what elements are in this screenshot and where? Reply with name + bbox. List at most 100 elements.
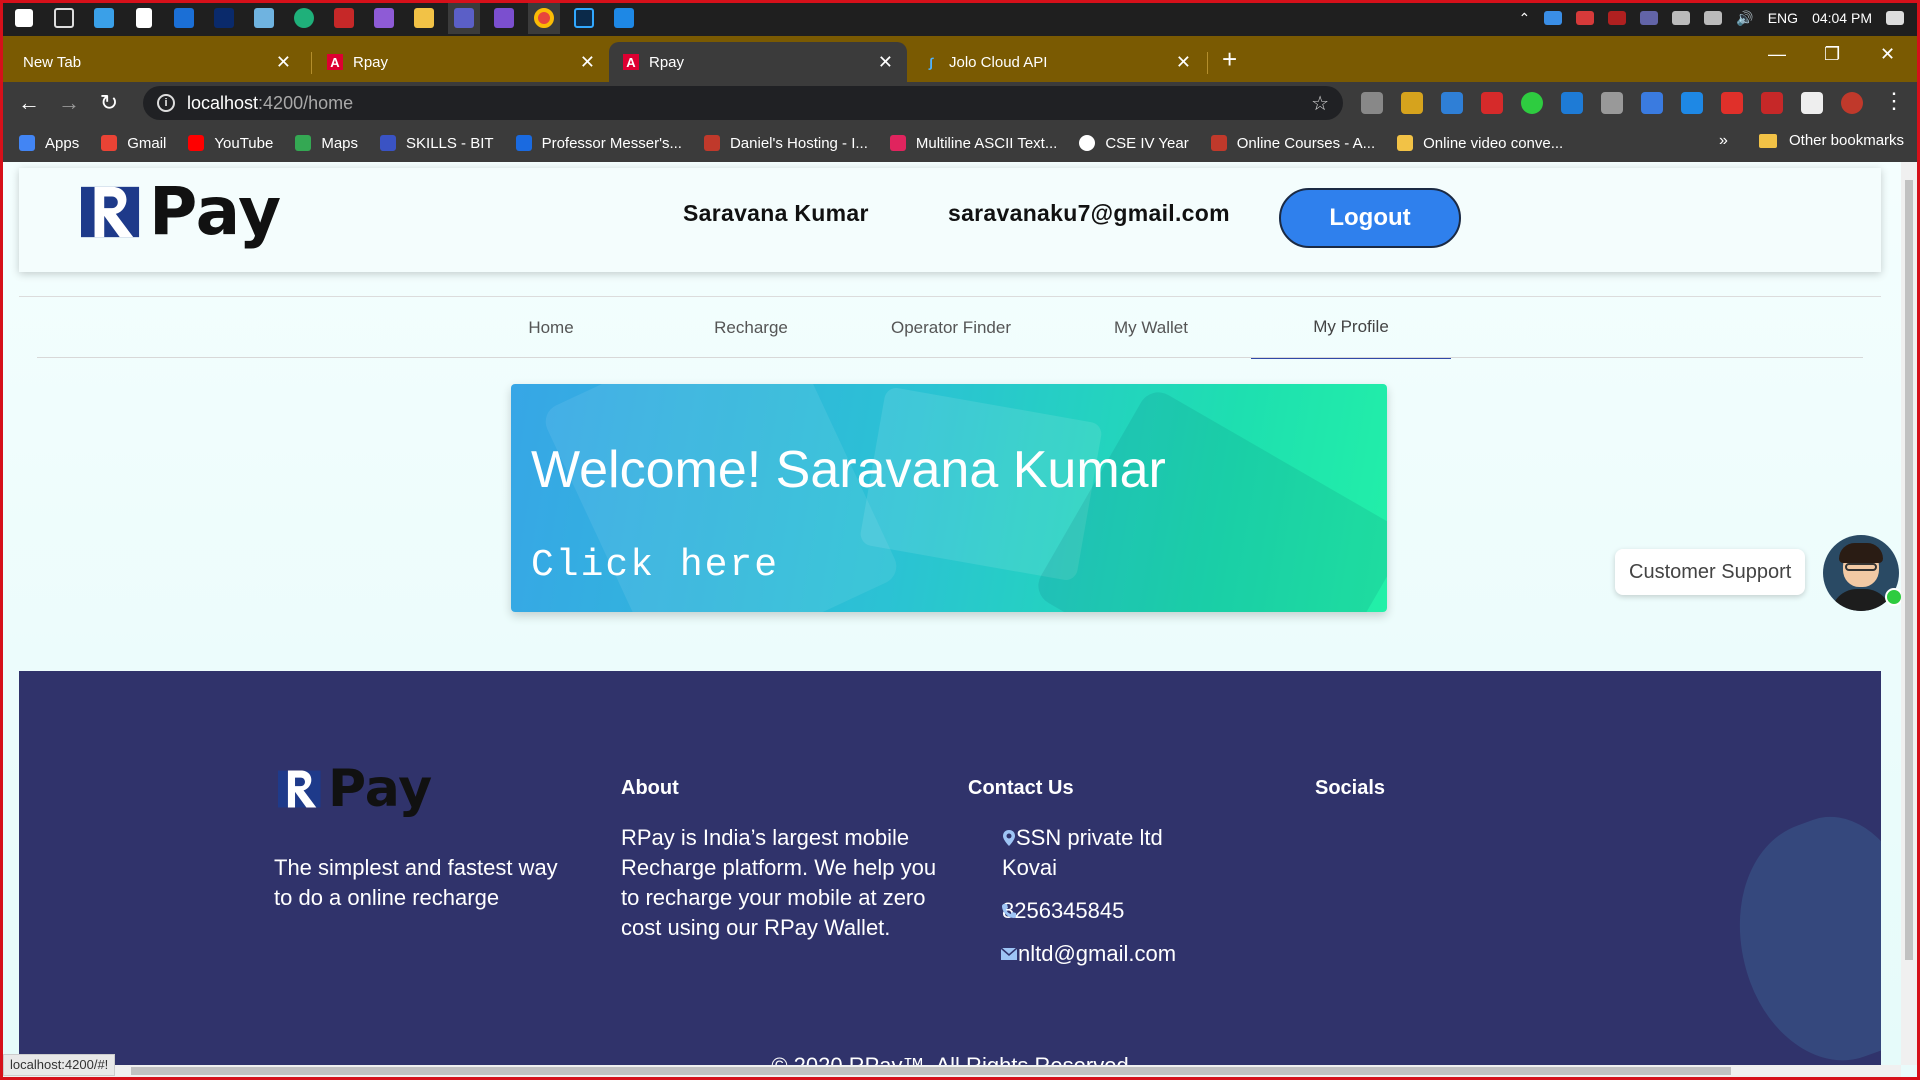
extension-icon[interactable] xyxy=(1721,92,1743,114)
nav-my-wallet[interactable]: My Wallet xyxy=(1051,297,1251,359)
puzzle-icon[interactable] xyxy=(1801,92,1823,114)
location-pin-icon xyxy=(1003,830,1015,846)
bookmark-apps[interactable]: Apps xyxy=(19,135,79,152)
bookmark-video-converter[interactable]: Online video conve... xyxy=(1397,135,1563,152)
tab-new-tab[interactable]: New Tab ✕ xyxy=(9,42,305,82)
bookmark-online-courses[interactable]: Online Courses - A... xyxy=(1210,135,1375,152)
footer-email[interactable]: nltd@gmail.com xyxy=(1000,939,1176,969)
visual-studio-icon[interactable] xyxy=(368,2,400,34)
window-close-icon[interactable]: ✕ xyxy=(1880,44,1895,65)
close-icon[interactable]: ✕ xyxy=(276,52,291,73)
close-icon[interactable]: ✕ xyxy=(1176,52,1191,73)
extension-icon[interactable] xyxy=(1481,92,1503,114)
extension-icon[interactable] xyxy=(1561,92,1583,114)
language-indicator[interactable]: ENG xyxy=(1768,10,1798,26)
tab-rpay-active[interactable]: A Rpay ✕ xyxy=(609,42,907,82)
extension-icon[interactable] xyxy=(1361,92,1383,114)
tab-rpay-1[interactable]: A Rpay ✕ xyxy=(313,42,609,82)
extension-icon[interactable] xyxy=(1681,92,1703,114)
minimize-icon[interactable]: — xyxy=(1768,44,1786,65)
bookmark-maps[interactable]: Maps xyxy=(295,135,358,152)
nav-home[interactable]: Home xyxy=(451,297,651,359)
edge-icon[interactable] xyxy=(288,2,320,34)
teams-icon[interactable] xyxy=(448,2,480,34)
horizontal-scrollbar[interactable] xyxy=(3,1065,1901,1077)
translate-icon[interactable] xyxy=(1641,92,1663,114)
close-icon[interactable]: ✕ xyxy=(580,52,595,73)
task-view-icon[interactable] xyxy=(48,2,80,34)
bookmark-cse-iv-year[interactable]: CSE IV Year xyxy=(1079,135,1189,152)
chrome-icon[interactable] xyxy=(528,2,560,34)
system-tray: ⌃ 🔊 ENG 04:04 PM xyxy=(1519,0,1904,36)
welcome-banner: Welcome! Saravana Kumar Click here xyxy=(511,384,1387,612)
back-icon[interactable]: ← xyxy=(9,90,49,116)
tab-divider xyxy=(311,52,312,74)
notifications-icon[interactable] xyxy=(1886,11,1904,25)
bookmark-gmail[interactable]: Gmail xyxy=(101,135,166,152)
tab-strip: New Tab ✕ A Rpay ✕ A Rpay ✕ ∫ Jolo Cloud… xyxy=(3,36,1917,82)
teams-tray-icon[interactable] xyxy=(1640,11,1659,25)
vscode-icon[interactable] xyxy=(608,2,640,34)
footer-phone[interactable]: 8256345845 xyxy=(1002,896,1124,926)
bookmark-skills-bit[interactable]: SKILLS - BIT xyxy=(380,135,494,152)
chevron-up-icon[interactable]: ⌃ xyxy=(1519,10,1531,27)
photoshop-icon[interactable] xyxy=(568,2,600,34)
bookmark-youtube[interactable]: YouTube xyxy=(188,135,273,152)
tray-app-2-icon[interactable] xyxy=(1608,11,1627,25)
app-icon-1[interactable] xyxy=(88,2,120,34)
footer-decoration xyxy=(1705,797,1881,1065)
click-here-link[interactable]: Click here xyxy=(531,544,779,587)
customer-support-button[interactable]: Customer Support xyxy=(1615,549,1806,595)
bookmark-daniels-hosting[interactable]: Daniel's Hosting - I... xyxy=(703,135,868,152)
nav-my-profile[interactable]: My Profile xyxy=(1251,297,1451,359)
clock[interactable]: 04:04 PM xyxy=(1812,10,1872,26)
photos-icon[interactable] xyxy=(248,2,280,34)
rpay-logo[interactable]: Pay xyxy=(81,179,281,245)
bookmark-star-icon[interactable]: ☆ xyxy=(1311,91,1329,116)
windows-start-icon[interactable] xyxy=(8,2,40,34)
forward-icon[interactable]: → xyxy=(49,90,89,116)
site-info-icon[interactable]: i xyxy=(157,94,175,112)
extension-icon[interactable] xyxy=(1601,92,1623,114)
extension-icon[interactable] xyxy=(1521,92,1543,114)
extension-icon[interactable] xyxy=(1401,92,1423,114)
bookmark-professor-messer[interactable]: Professor Messer's... xyxy=(515,135,682,152)
profile-avatar[interactable] xyxy=(1841,92,1863,114)
scrollbar-thumb[interactable] xyxy=(1905,180,1913,960)
extension-icon[interactable] xyxy=(1441,92,1463,114)
app-icon-5[interactable] xyxy=(328,2,360,34)
url-path: :4200/home xyxy=(258,92,354,113)
onedrive-icon[interactable] xyxy=(1544,11,1563,25)
app-icon-3[interactable] xyxy=(168,2,200,34)
other-bookmarks[interactable]: Other bookmarks xyxy=(1759,132,1904,149)
network-icon[interactable] xyxy=(1704,11,1723,25)
app-icon-2[interactable] xyxy=(128,2,160,34)
nav-recharge[interactable]: Recharge xyxy=(651,297,851,359)
logout-button[interactable]: Logout xyxy=(1279,188,1461,248)
ascii-icon xyxy=(889,135,906,151)
footer-logo[interactable]: Pay xyxy=(278,763,432,815)
tray-app-icon[interactable] xyxy=(1576,11,1595,25)
taskbar: ⌃ 🔊 ENG 04:04 PM xyxy=(0,0,1920,36)
file-explorer-icon[interactable] xyxy=(408,2,440,34)
battery-icon[interactable] xyxy=(1672,11,1691,25)
tab-jolo-cloud-api[interactable]: ∫ Jolo Cloud API ✕ xyxy=(909,42,1205,82)
footer-socials-heading: Socials xyxy=(1315,777,1386,799)
close-icon[interactable]: ✕ xyxy=(878,52,893,73)
nav-operator-finder[interactable]: Operator Finder xyxy=(851,297,1051,359)
volume-icon[interactable]: 🔊 xyxy=(1736,10,1753,27)
address-line-2: Kovai xyxy=(1002,855,1058,880)
address-bar[interactable]: i localhost:4200/home ☆ xyxy=(143,86,1343,120)
restore-icon[interactable]: ❐ xyxy=(1824,44,1840,65)
scrollbar-thumb[interactable] xyxy=(131,1067,1731,1075)
menu-icon[interactable]: ⋮ xyxy=(1883,88,1905,114)
raspberry-icon xyxy=(703,135,720,151)
bookmarks-overflow-icon[interactable]: » xyxy=(1719,132,1728,150)
bookmark-multiline-ascii[interactable]: Multiline ASCII Text... xyxy=(889,135,1057,152)
vertical-scrollbar[interactable] xyxy=(1901,162,1917,1065)
extension-icon[interactable] xyxy=(1761,92,1783,114)
app-icon-4[interactable] xyxy=(208,2,240,34)
reload-icon[interactable]: ↻ xyxy=(89,90,129,116)
visual-studio-2-icon[interactable] xyxy=(488,2,520,34)
new-tab-button[interactable]: + xyxy=(1222,44,1237,74)
